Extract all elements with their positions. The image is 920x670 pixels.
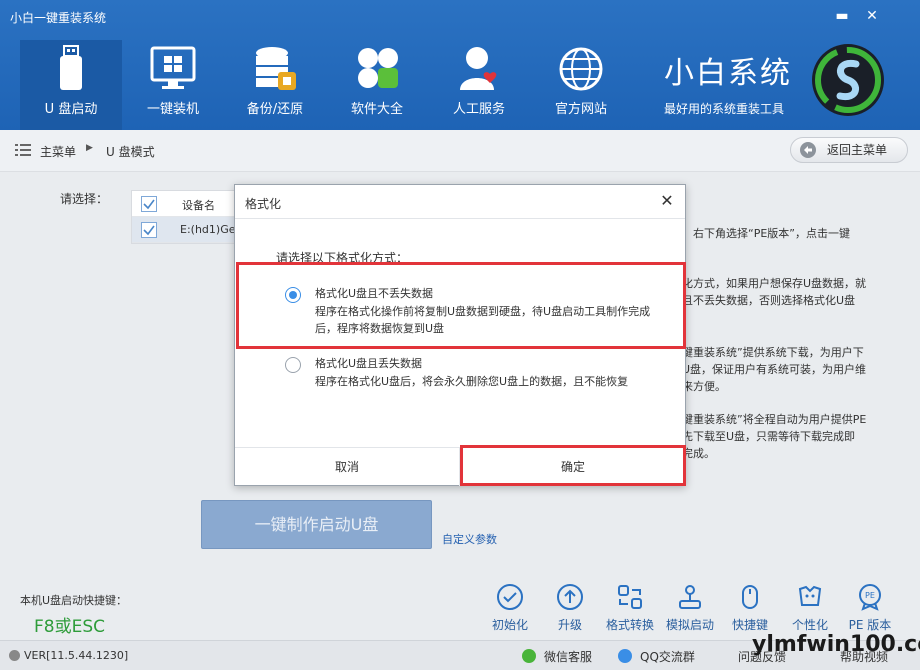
column-header-device: 设备名 xyxy=(182,199,215,212)
breadcrumb-arrow-icon: ▶ xyxy=(86,143,93,153)
nav-label: 官方网站 xyxy=(554,102,607,117)
hotkey-value: F8或ESC xyxy=(34,617,105,637)
help-text-line: 先下载至U盘，只需等待下载完成即 xyxy=(682,430,856,443)
tool-initialize[interactable]: 初始化 xyxy=(480,583,540,633)
cancel-button[interactable]: 取消 xyxy=(235,448,460,486)
qq-group-link[interactable]: QQ交流群 xyxy=(640,648,695,665)
make-boot-usb-button[interactable]: 一键制作启动U盘 xyxy=(201,500,432,549)
table-row[interactable]: E:(hd1)Ge xyxy=(132,217,240,243)
nav-label: 人工服务 xyxy=(452,102,505,117)
tool-label: 升级 xyxy=(557,618,582,632)
help-text-line: 来方便。 xyxy=(682,380,726,393)
nav-support[interactable]: 人工服务 xyxy=(428,40,530,130)
upgrade-arrow-icon xyxy=(557,584,583,610)
monitor-windows-icon xyxy=(150,46,196,89)
tool-label: 快捷键 xyxy=(731,618,768,632)
breadcrumb-main-menu[interactable]: 主菜单 xyxy=(40,143,76,160)
select-all-checkbox[interactable] xyxy=(141,196,157,212)
back-arrow-icon xyxy=(800,142,816,158)
usb-drive-icon xyxy=(60,45,82,90)
personalize-icon xyxy=(798,585,822,606)
qq-icon xyxy=(618,649,632,663)
close-window-button[interactable]: ✕ xyxy=(862,6,882,26)
watermark: ylmfwin100.com xyxy=(752,632,920,657)
nav-label: 备份/还原 xyxy=(246,102,304,117)
table-header: 设备名 xyxy=(132,191,240,217)
tool-label: 格式转换 xyxy=(605,618,654,632)
nav-official-site[interactable]: 官方网站 xyxy=(530,40,632,130)
tool-bar: 初始化 升级 格式转换 模拟启动 快捷键 个性化 PE PE 版本 xyxy=(480,583,900,633)
choose-label: 请选择： xyxy=(60,192,109,206)
app-title: 小白一键重装系统 xyxy=(10,11,107,25)
radio-lose-data[interactable] xyxy=(285,357,301,373)
help-text-line: 完成。 xyxy=(682,447,715,460)
back-to-main-button[interactable]: 返回主菜单 xyxy=(790,137,908,163)
nav-label: 一键装机 xyxy=(146,102,199,117)
tool-pe-version[interactable]: PE PE 版本 xyxy=(840,583,900,633)
check-circle-icon xyxy=(497,584,523,610)
app-header: 小白一键重装系统 ▬ ✕ U 盘启动 一键装机 备份/还原 软件大全 人工服务 … xyxy=(0,0,920,130)
version-icon xyxy=(9,650,20,661)
pe-badge-icon: PE xyxy=(859,584,881,611)
tool-label: 初始化 xyxy=(491,618,528,632)
dialog-divider xyxy=(235,218,685,219)
tool-simulate-boot[interactable]: 模拟启动 xyxy=(660,583,720,633)
highlight-confirm xyxy=(460,445,686,486)
help-text-line: ，右下角选择“PE版本”，点击一键 xyxy=(682,227,850,240)
tool-upgrade[interactable]: 升级 xyxy=(540,583,600,633)
dialog-title: 格式化 xyxy=(245,197,282,211)
hotkey-label: 本机U盘启动快捷键： xyxy=(20,594,128,607)
brand-name: 小白系统 xyxy=(664,56,792,91)
help-text-line: 且不丢失数据，否则选择格式化U盘 xyxy=(682,294,856,307)
joystick-icon xyxy=(679,585,701,609)
main-nav: U 盘启动 一键装机 备份/还原 软件大全 人工服务 官方网站 xyxy=(20,40,632,130)
help-text-line: 键重装系统”将全程自动为用户提供PE xyxy=(682,413,867,426)
tool-hotkey[interactable]: 快捷键 xyxy=(720,583,780,633)
custom-params-link[interactable]: 自定义参数 xyxy=(442,531,497,547)
svg-text:PE: PE xyxy=(865,591,875,600)
tool-label: PE 版本 xyxy=(848,618,892,632)
globe-icon xyxy=(559,47,603,91)
help-text-line: 化方式，如果用户想保存U盘数据，就 xyxy=(682,277,867,290)
device-name-cell: E:(hd1)Ge xyxy=(180,223,236,236)
breadcrumb-current: U 盘模式 xyxy=(106,145,155,159)
tool-personalize[interactable]: 个性化 xyxy=(780,583,840,633)
menu-list-icon xyxy=(15,144,31,156)
tool-label: 模拟启动 xyxy=(665,618,714,632)
brand-logo-icon xyxy=(812,44,884,116)
nav-one-click-install[interactable]: 一键装机 xyxy=(122,40,224,130)
option-title: 格式化U盘且丢失数据 xyxy=(315,357,423,370)
nav-backup-restore[interactable]: 备份/还原 xyxy=(224,40,326,130)
help-text-line: 键重装系统”提供系统下载，为用户下 xyxy=(682,346,864,359)
brand: 小白系统 最好用的系统重装工具 xyxy=(664,48,792,117)
minimize-button[interactable]: ▬ xyxy=(832,6,852,26)
nav-software[interactable]: 软件大全 xyxy=(326,40,428,130)
option-description: 程序在格式化U盘后，将会永久删除您U盘上的数据，且不能恢复 xyxy=(315,375,629,388)
tool-format-convert[interactable]: 格式转换 xyxy=(600,583,660,633)
dialog-close-button[interactable]: ✕ xyxy=(657,191,677,211)
check-icon xyxy=(143,199,155,210)
database-backup-icon xyxy=(256,47,296,90)
software-grid-icon xyxy=(358,48,398,88)
tool-label: 个性化 xyxy=(791,618,828,632)
mouse-icon xyxy=(742,585,758,609)
nav-usb-boot[interactable]: U 盘启动 xyxy=(20,40,122,130)
support-person-icon xyxy=(460,47,497,90)
breadcrumb: 主菜单 ▶ U 盘模式 xyxy=(0,130,920,172)
format-convert-icon xyxy=(618,585,642,609)
highlight-keep-data xyxy=(236,262,686,349)
brand-slogan: 最好用的系统重装工具 xyxy=(664,102,785,116)
nav-label: U 盘启动 xyxy=(44,102,98,117)
check-icon xyxy=(143,225,155,236)
wechat-support-link[interactable]: 微信客服 xyxy=(544,648,592,665)
wechat-icon xyxy=(522,649,536,663)
device-table: 设备名 E:(hd1)Ge xyxy=(131,190,241,244)
help-text-line: U盘，保证用户有系统可装，为用户维 xyxy=(682,363,867,376)
back-button-label: 返回主菜单 xyxy=(827,143,888,157)
version-text: VER[11.5.44.1230] xyxy=(24,649,129,662)
row-checkbox[interactable] xyxy=(141,222,157,238)
nav-label: 软件大全 xyxy=(350,102,403,117)
